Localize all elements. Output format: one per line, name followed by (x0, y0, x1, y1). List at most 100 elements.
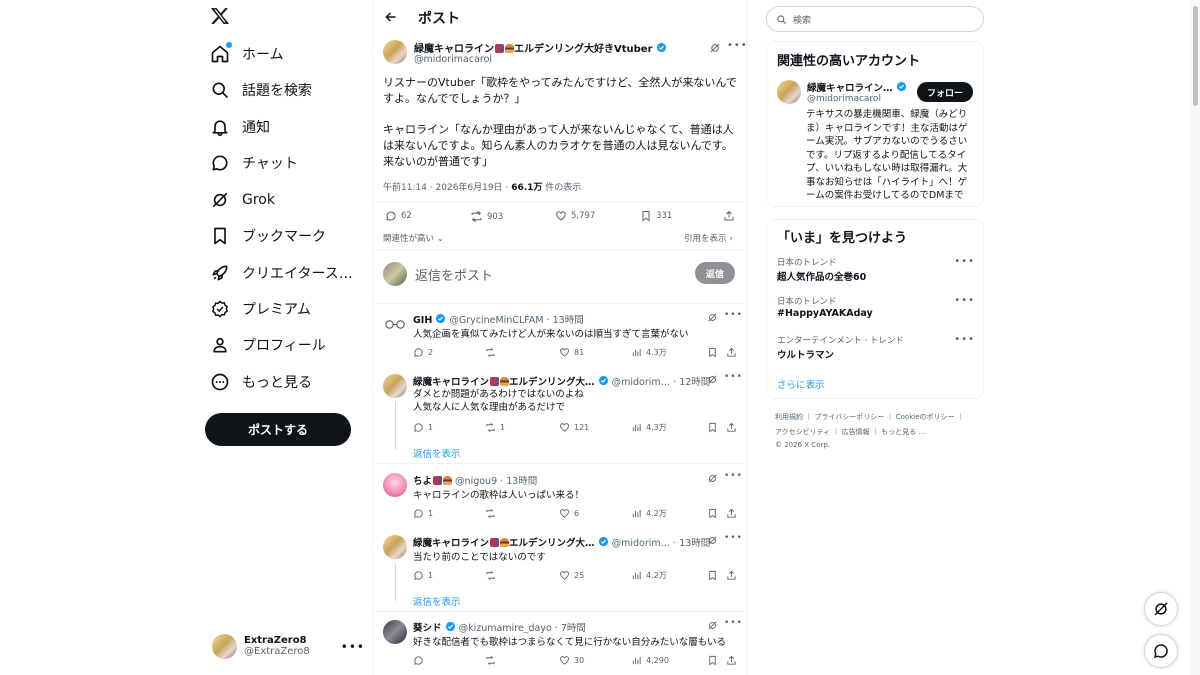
nav-item-notifications[interactable]: 通知 (210, 113, 270, 141)
bookmark-icon[interactable] (707, 422, 718, 433)
like-action[interactable]: 25 (559, 570, 584, 581)
show-replies-link[interactable]: 返信を表示 (413, 446, 461, 460)
reply-action[interactable]: 2 (413, 347, 433, 358)
more-options-icon[interactable]: ••• (724, 618, 743, 628)
reply-handle[interactable]: @nigou9 (455, 476, 497, 487)
page-scrollbar[interactable] (1190, 0, 1200, 675)
reply-avatar[interactable] (383, 620, 407, 644)
grok-icon[interactable] (707, 473, 718, 484)
reply-action[interactable]: 1 (413, 508, 433, 519)
bookmark-icon[interactable] (707, 570, 718, 581)
grok-icon[interactable] (707, 620, 718, 631)
author-name[interactable]: 緑魔キャロライン エルデンリング大好きVtuber (414, 40, 667, 55)
post-time[interactable]: 午前11:14 · 2026年6月19日 · (383, 183, 511, 193)
grok-icon[interactable] (707, 374, 718, 385)
repost-action[interactable]: 1 (485, 422, 505, 433)
reply-action[interactable]: 62 (385, 210, 412, 222)
reply-author[interactable]: ちよ (413, 476, 432, 487)
reply-time[interactable]: 13時間 (553, 315, 584, 326)
show-more-link[interactable]: さらに表示 (777, 377, 825, 391)
trend-item[interactable]: エンターテインメント · トレンド ウルトラマン ••• (777, 334, 975, 361)
reply-handle[interactable]: @kizumamire_dayo (459, 623, 552, 634)
reply-author[interactable]: 緑魔キャロライン (413, 538, 489, 549)
trend-item[interactable]: 日本のトレンド #HappyAYAKAday ••• (777, 295, 975, 319)
like-action[interactable]: 30 (559, 655, 584, 666)
search-input[interactable]: 検索 (793, 13, 811, 26)
repost-action[interactable]: 903 (470, 210, 503, 223)
grok-fab-button[interactable] (1144, 592, 1178, 626)
nav-item-grok[interactable]: Grok (210, 186, 275, 214)
like-action[interactable]: 5,797 (555, 210, 595, 222)
nav-item-creator-studio[interactable]: クリエイタース… (210, 259, 353, 287)
views-stat[interactable]: 4.3万 (631, 347, 667, 358)
post-button[interactable]: ポストする (205, 413, 351, 446)
more-options-icon[interactable]: ••• (724, 471, 743, 481)
view-quotes-link[interactable]: 引用を表示 › (684, 232, 733, 244)
reply-action[interactable] (413, 655, 428, 666)
related-avatar[interactable] (777, 80, 801, 104)
more-options-icon[interactable]: ••• (724, 533, 743, 543)
like-action[interactable]: 81 (559, 347, 584, 358)
nav-item-home[interactable]: ホーム (210, 40, 284, 68)
repost-action[interactable] (485, 347, 500, 358)
reply-author[interactable]: GIH (413, 315, 432, 326)
reply-author[interactable]: 緑魔キャロライン (413, 377, 489, 388)
repost-action[interactable] (485, 508, 500, 519)
grok-icon[interactable] (709, 42, 721, 54)
messages-fab-button[interactable] (1144, 634, 1178, 668)
reply-time[interactable]: 12時間 (679, 377, 710, 388)
repost-action[interactable] (485, 655, 500, 666)
bookmark-icon[interactable] (707, 508, 718, 519)
more-options-icon[interactable]: ••• (954, 295, 975, 306)
reply-avatar[interactable] (383, 473, 407, 497)
nav-item-bookmarks[interactable]: ブックマーク (210, 222, 326, 250)
reply-action[interactable]: 1 (413, 570, 433, 581)
reply-handle[interactable]: @GrycineMinCLFAM (449, 315, 543, 326)
nav-item-more[interactable]: もっと見る (210, 368, 312, 396)
nav-item-premium[interactable]: プレミアム (210, 295, 311, 323)
more-options-icon[interactable]: ••• (727, 40, 748, 51)
like-action[interactable]: 121 (559, 422, 589, 433)
share-icon[interactable] (726, 508, 737, 519)
back-arrow-icon[interactable] (384, 10, 398, 24)
bookmark-action[interactable]: 331 (640, 210, 672, 222)
grok-icon[interactable] (707, 312, 718, 323)
bookmark-icon[interactable] (707, 655, 718, 666)
author-avatar[interactable] (383, 40, 407, 64)
reply-author[interactable]: 葵シド (413, 623, 442, 634)
bookmark-icon[interactable] (707, 347, 718, 358)
more-options-icon[interactable]: ••• (341, 640, 365, 654)
share-icon[interactable] (726, 570, 737, 581)
grok-icon[interactable] (707, 535, 718, 546)
reply-item[interactable]: GIH @GrycineMinCLFAM · 13時間 ••• 人気企画を真似て… (373, 310, 748, 370)
share-icon[interactable] (726, 422, 737, 433)
x-logo-icon[interactable] (210, 6, 232, 28)
share-icon[interactable] (726, 347, 737, 358)
share-icon[interactable] (726, 655, 737, 666)
account-switcher[interactable]: ExtraZero8 @ExtraZero8 ••• (212, 632, 365, 660)
reply-item[interactable]: 葵シド @kizumamire_dayo · 7時間 ••• 好きな配信者でも歌… (373, 618, 748, 675)
footer-line[interactable]: アクセシビリティ ｜ 広告情報 ｜ もっと見る … (775, 425, 980, 440)
author-avatar[interactable] (383, 374, 407, 398)
reply-action[interactable]: 1 (413, 422, 433, 433)
more-options-icon[interactable]: ••• (954, 334, 975, 345)
nav-item-chat[interactable]: チャット (210, 149, 298, 177)
related-name[interactable]: 緑魔キャロライン… (807, 80, 907, 94)
reply-item[interactable]: 緑魔キャロライン エルデンリング大… @midorim… · 13時間 ••• 当… (373, 533, 748, 611)
related-handle[interactable]: @midorimacarol (807, 94, 881, 104)
views-stat[interactable]: 4,290 (631, 655, 669, 666)
author-avatar[interactable] (383, 535, 407, 559)
nav-item-explore[interactable]: 話題を検索 (210, 76, 312, 104)
reply-time[interactable]: 13時間 (679, 538, 710, 549)
follow-button[interactable]: フォロー (917, 82, 973, 102)
views-stat[interactable]: 4.2万 (631, 570, 667, 581)
reply-input[interactable]: 返信をポスト (415, 265, 493, 284)
sort-dropdown[interactable]: 関連性が高い ⌄ (383, 232, 444, 244)
more-options-icon[interactable]: ••• (724, 310, 743, 320)
reply-submit-button[interactable]: 返信 (695, 262, 735, 284)
views-stat[interactable]: 4.2万 (631, 508, 667, 519)
share-icon[interactable] (723, 210, 735, 222)
reply-item[interactable]: 緑魔キャロライン エルデンリング大… @midorim… · 12時間 ••• ダ… (373, 372, 748, 464)
author-handle[interactable]: @midorimacarol (414, 54, 492, 65)
reply-handle[interactable]: @midorim… (612, 538, 671, 549)
